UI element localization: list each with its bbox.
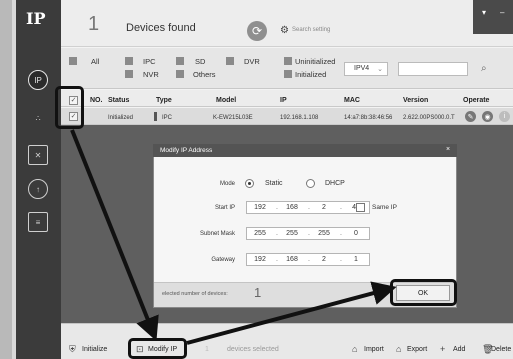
instruction-arrows xyxy=(70,129,397,345)
arrow-to-modify-ip xyxy=(70,129,159,342)
arrow-to-ok xyxy=(186,281,397,345)
